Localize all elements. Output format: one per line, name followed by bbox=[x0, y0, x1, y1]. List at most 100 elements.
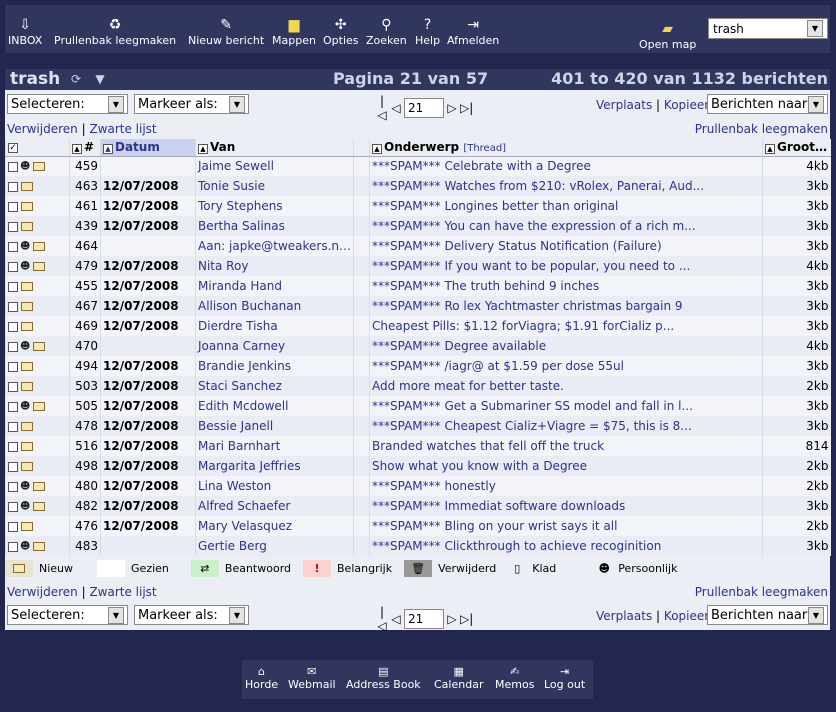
prev-page-icon[interactable]: ◁ bbox=[390, 101, 402, 115]
row-checkbox[interactable] bbox=[8, 221, 18, 232]
table-row[interactable]: 498 12/07/2008 Margarita Jeffries Show what… bbox=[5, 456, 831, 476]
row-checkbox[interactable] bbox=[8, 241, 18, 252]
row-from[interactable]: Allison Buchanan bbox=[195, 296, 354, 316]
table-row[interactable]: ☻ 459 Jaime Sewell ***SPAM*** Celebrate wit… bbox=[5, 156, 831, 176]
row-from[interactable]: Bessie Janell bbox=[195, 416, 354, 436]
row-subject[interactable]: ***SPAM*** Get a Submariner SS model and… bbox=[369, 396, 763, 416]
row-checkbox[interactable] bbox=[8, 521, 18, 532]
row-subject[interactable]: ***SPAM*** Cheapest Cializ+Viagre = $75,… bbox=[369, 416, 763, 436]
row-checkbox[interactable] bbox=[8, 281, 18, 292]
destination-dropdown[interactable]: Berichten naar ▼ bbox=[707, 605, 828, 625]
move-link[interactable]: Verplaats bbox=[596, 98, 652, 112]
table-row[interactable]: 455 12/07/2008 Miranda Hand ***SPAM*** The … bbox=[5, 276, 831, 296]
row-from[interactable]: Mary Velasquez bbox=[195, 516, 354, 536]
row-from[interactable]: Dierdre Tisha bbox=[195, 316, 354, 336]
row-from[interactable]: Gertie Berg bbox=[195, 536, 354, 556]
row-from[interactable]: Brandie Jenkins bbox=[195, 356, 354, 376]
table-row[interactable]: ☻ 479 12/07/2008 Nita Roy ***SPAM*** If you … bbox=[5, 256, 831, 276]
row-from[interactable]: Tonie Susie bbox=[195, 176, 354, 196]
row-from[interactable]: Alfred Schaefer bbox=[195, 496, 354, 516]
open-folder-button[interactable]: ▰ Open map bbox=[639, 19, 696, 55]
row-checkbox[interactable] bbox=[8, 341, 18, 352]
first-page-icon[interactable]: |◁ bbox=[376, 605, 388, 633]
select-all-checkbox[interactable]: ✓ bbox=[8, 142, 18, 153]
row-subject[interactable]: ***SPAM*** Ro lex Yachtmaster christmas … bbox=[369, 296, 763, 316]
table-row[interactable]: ☻ 470 Joanna Carney ***SPAM*** Degree avail… bbox=[5, 336, 831, 356]
row-subject[interactable]: ***SPAM*** The truth behind 9 inches bbox=[369, 276, 763, 296]
folders-button[interactable]: ▆ Mappen bbox=[272, 15, 316, 51]
row-subject[interactable]: Cheapest Pills: $1.12 forViagra; $1.91 f… bbox=[369, 316, 763, 336]
row-subject[interactable]: ***SPAM*** You can have the expression o… bbox=[369, 216, 763, 236]
row-checkbox[interactable] bbox=[8, 261, 18, 272]
inbox-button[interactable]: ⇩ INBOX bbox=[8, 15, 42, 51]
row-checkbox[interactable] bbox=[8, 201, 18, 212]
table-row[interactable]: 478 12/07/2008 Bessie Janell ***SPAM*** Che… bbox=[5, 416, 831, 436]
row-checkbox[interactable] bbox=[8, 461, 18, 472]
col-num-header[interactable]: ▲ # bbox=[69, 139, 101, 157]
table-row[interactable]: ☻ 482 12/07/2008 Alfred Schaefer ***SPAM*** … bbox=[5, 496, 831, 516]
blacklist-link[interactable]: Zwarte lijst bbox=[89, 585, 156, 599]
next-page-icon[interactable]: ▷ bbox=[446, 612, 458, 626]
next-page-icon[interactable]: ▷ bbox=[446, 101, 458, 115]
nav-horde[interactable]: ⌂ Horde bbox=[245, 664, 278, 692]
row-subject[interactable]: ***SPAM*** Bling on your wrist says it a… bbox=[369, 516, 763, 536]
row-from[interactable]: Joanna Carney bbox=[195, 336, 354, 356]
nav-webmail[interactable]: ✉ Webmail bbox=[288, 664, 336, 692]
row-checkbox[interactable] bbox=[8, 481, 18, 492]
row-subject[interactable]: ***SPAM*** Watches from $210: vRolex, Pa… bbox=[369, 176, 763, 196]
row-checkbox[interactable] bbox=[8, 321, 18, 332]
row-from[interactable]: Edith Mcdowell bbox=[195, 396, 354, 416]
select-all-header[interactable]: ✓ bbox=[5, 139, 70, 157]
col-from-header[interactable]: ▲ Van bbox=[195, 139, 354, 157]
select-dropdown[interactable]: Selecteren: ▼ bbox=[7, 94, 128, 114]
blacklist-link[interactable]: Zwarte lijst bbox=[89, 122, 156, 136]
page-input[interactable]: 21 bbox=[404, 98, 444, 118]
search-button[interactable]: ⚲ Zoeken bbox=[366, 15, 407, 51]
row-subject[interactable]: ***SPAM*** /iagr@ at $1.59 per dose 55ul bbox=[369, 356, 763, 376]
row-subject[interactable]: ***SPAM*** honestly bbox=[369, 476, 763, 496]
last-page-icon[interactable]: ▷| bbox=[460, 101, 473, 115]
table-row[interactable]: 469 12/07/2008 Dierdre Tisha Cheapest Pills… bbox=[5, 316, 831, 336]
row-from[interactable]: Miranda Hand bbox=[195, 276, 354, 296]
page-input[interactable]: 21 bbox=[404, 609, 444, 629]
copy-link[interactable]: Kopieer bbox=[664, 98, 709, 112]
row-subject[interactable]: Add more meat for better taste. bbox=[369, 376, 763, 396]
destination-dropdown[interactable]: Berichten naar ▼ bbox=[707, 94, 828, 114]
row-checkbox[interactable] bbox=[8, 161, 18, 172]
row-checkbox[interactable] bbox=[8, 301, 18, 312]
row-subject[interactable]: ***SPAM*** Longines better than original bbox=[369, 196, 763, 216]
table-row[interactable]: ☻ 505 12/07/2008 Edith Mcdowell ***SPAM*** G… bbox=[5, 396, 831, 416]
row-from[interactable]: Aan: japke@tweakers.net bbox=[195, 236, 354, 256]
row-checkbox[interactable] bbox=[8, 501, 18, 512]
row-checkbox[interactable] bbox=[8, 421, 18, 432]
table-row[interactable]: ☻ 480 12/07/2008 Lina Weston ***SPAM*** hone… bbox=[5, 476, 831, 496]
table-row[interactable]: 461 12/07/2008 Tory Stephens ***SPAM*** Lon… bbox=[5, 196, 831, 216]
first-page-icon[interactable]: |◁ bbox=[376, 94, 388, 122]
row-subject[interactable]: ***SPAM*** Delivery Status Notification … bbox=[369, 236, 763, 256]
row-checkbox[interactable] bbox=[8, 381, 18, 392]
row-from[interactable]: Tory Stephens bbox=[195, 196, 354, 216]
compose-button[interactable]: ✎ Nieuw bericht bbox=[188, 15, 264, 51]
move-link[interactable]: Verplaats bbox=[596, 609, 652, 623]
nav-memos[interactable]: ✍ Memos bbox=[495, 664, 534, 692]
help-button[interactable]: ? Help bbox=[415, 15, 440, 51]
row-from[interactable]: Bertha Salinas bbox=[195, 216, 354, 236]
last-page-icon[interactable]: ▷| bbox=[460, 612, 473, 626]
col-size-header[interactable]: ▲ Grootte bbox=[762, 139, 831, 157]
row-subject[interactable]: Show what you know with a Degree bbox=[369, 456, 763, 476]
col-date-header[interactable]: ▲ Datum bbox=[100, 139, 196, 157]
mark-as-dropdown[interactable]: Markeer als: ▼ bbox=[134, 94, 249, 114]
nav-calendar[interactable]: ▦ Calendar bbox=[434, 664, 483, 692]
row-subject[interactable]: ***SPAM*** Degree available bbox=[369, 336, 763, 356]
table-row[interactable]: 467 12/07/2008 Allison Buchanan ***SPAM*** … bbox=[5, 296, 831, 316]
row-from[interactable]: Lina Weston bbox=[195, 476, 354, 496]
delete-link[interactable]: Verwijderen bbox=[7, 585, 78, 599]
row-subject[interactable]: ***SPAM*** Clickthrough to achieve recog… bbox=[369, 536, 763, 556]
table-row[interactable]: ☻ 464 Aan: japke@tweakers.net ***SPAM*** De… bbox=[5, 236, 831, 256]
empty-trash-link[interactable]: Prullenbak leegmaken bbox=[695, 122, 828, 136]
table-row[interactable]: 439 12/07/2008 Bertha Salinas ***SPAM*** Yo… bbox=[5, 216, 831, 236]
options-button[interactable]: ✣ Opties bbox=[323, 15, 359, 51]
row-from[interactable]: Mari Barnhart bbox=[195, 436, 354, 456]
row-subject[interactable]: Branded watches that fell off the truck bbox=[369, 436, 763, 456]
table-row[interactable]: 476 12/07/2008 Mary Velasquez ***SPAM*** Bl… bbox=[5, 516, 831, 536]
